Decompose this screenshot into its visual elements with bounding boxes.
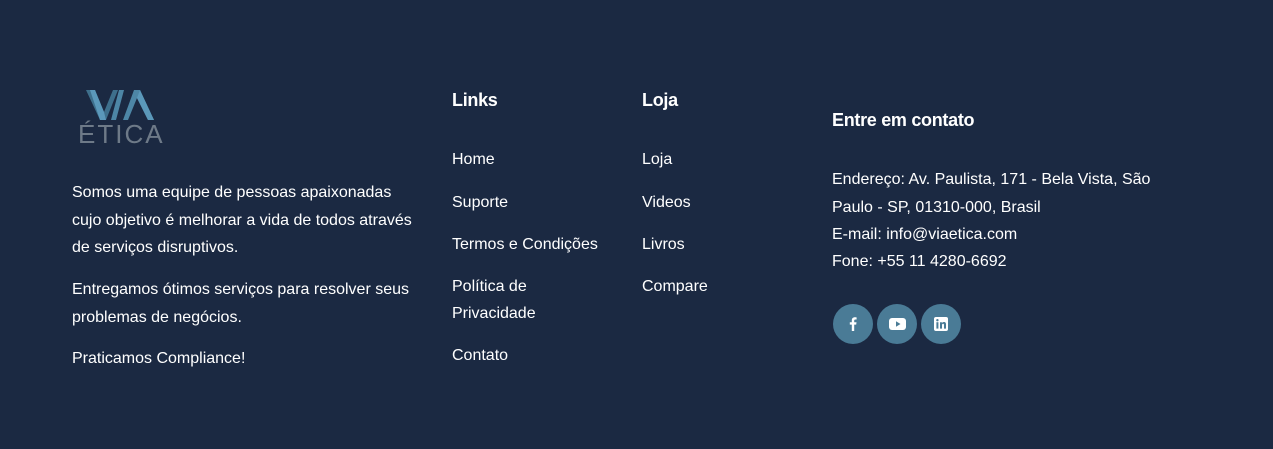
link-suporte[interactable]: Suporte [452,189,508,216]
about-paragraph-compliance: Praticamos Compliance! [72,350,246,367]
contact-address-line2: Paulo - SP, 01310-000, Brasil [832,199,1041,216]
link-termos[interactable]: Termos e Condições [452,231,598,258]
links-heading: Links [452,90,498,110]
contact-address-line1: Endereço: Av. Paulista, 171 - Bela Vista… [832,171,1151,188]
via-etica-logo[interactable]: ÉTICA [78,86,178,150]
logo-mark [86,90,154,120]
about-paragraph-services: Entregamos ótimos serviços para resolver… [72,281,410,326]
shop-link-loja[interactable]: Loja [642,146,672,173]
logo-wordmark: ÉTICA [78,119,165,149]
social-links [833,304,961,344]
facebook-icon [849,317,857,331]
contact-heading: Entre em contato [832,110,975,130]
contact-email[interactable]: E-mail: info@viaetica.com [832,221,1017,248]
shop-heading: Loja [642,90,678,110]
contact-phone: Fone: +55 11 4280-6692 [832,253,1007,270]
linkedin-icon [934,317,948,331]
link-contato[interactable]: Contato [452,342,508,369]
shop-link-videos[interactable]: Videos [642,189,691,216]
about-paragraph-mission: Somos uma equipe de pessoas apaixonadas … [72,184,412,256]
facebook-button[interactable] [833,304,873,344]
link-privacidade[interactable]: Política de Privacidade [452,273,602,327]
youtube-icon [888,318,906,330]
linkedin-button[interactable] [921,304,961,344]
shop-link-livros[interactable]: Livros [642,231,685,258]
link-home[interactable]: Home [452,146,495,173]
shop-link-compare[interactable]: Compare [642,273,708,300]
youtube-button[interactable] [877,304,917,344]
